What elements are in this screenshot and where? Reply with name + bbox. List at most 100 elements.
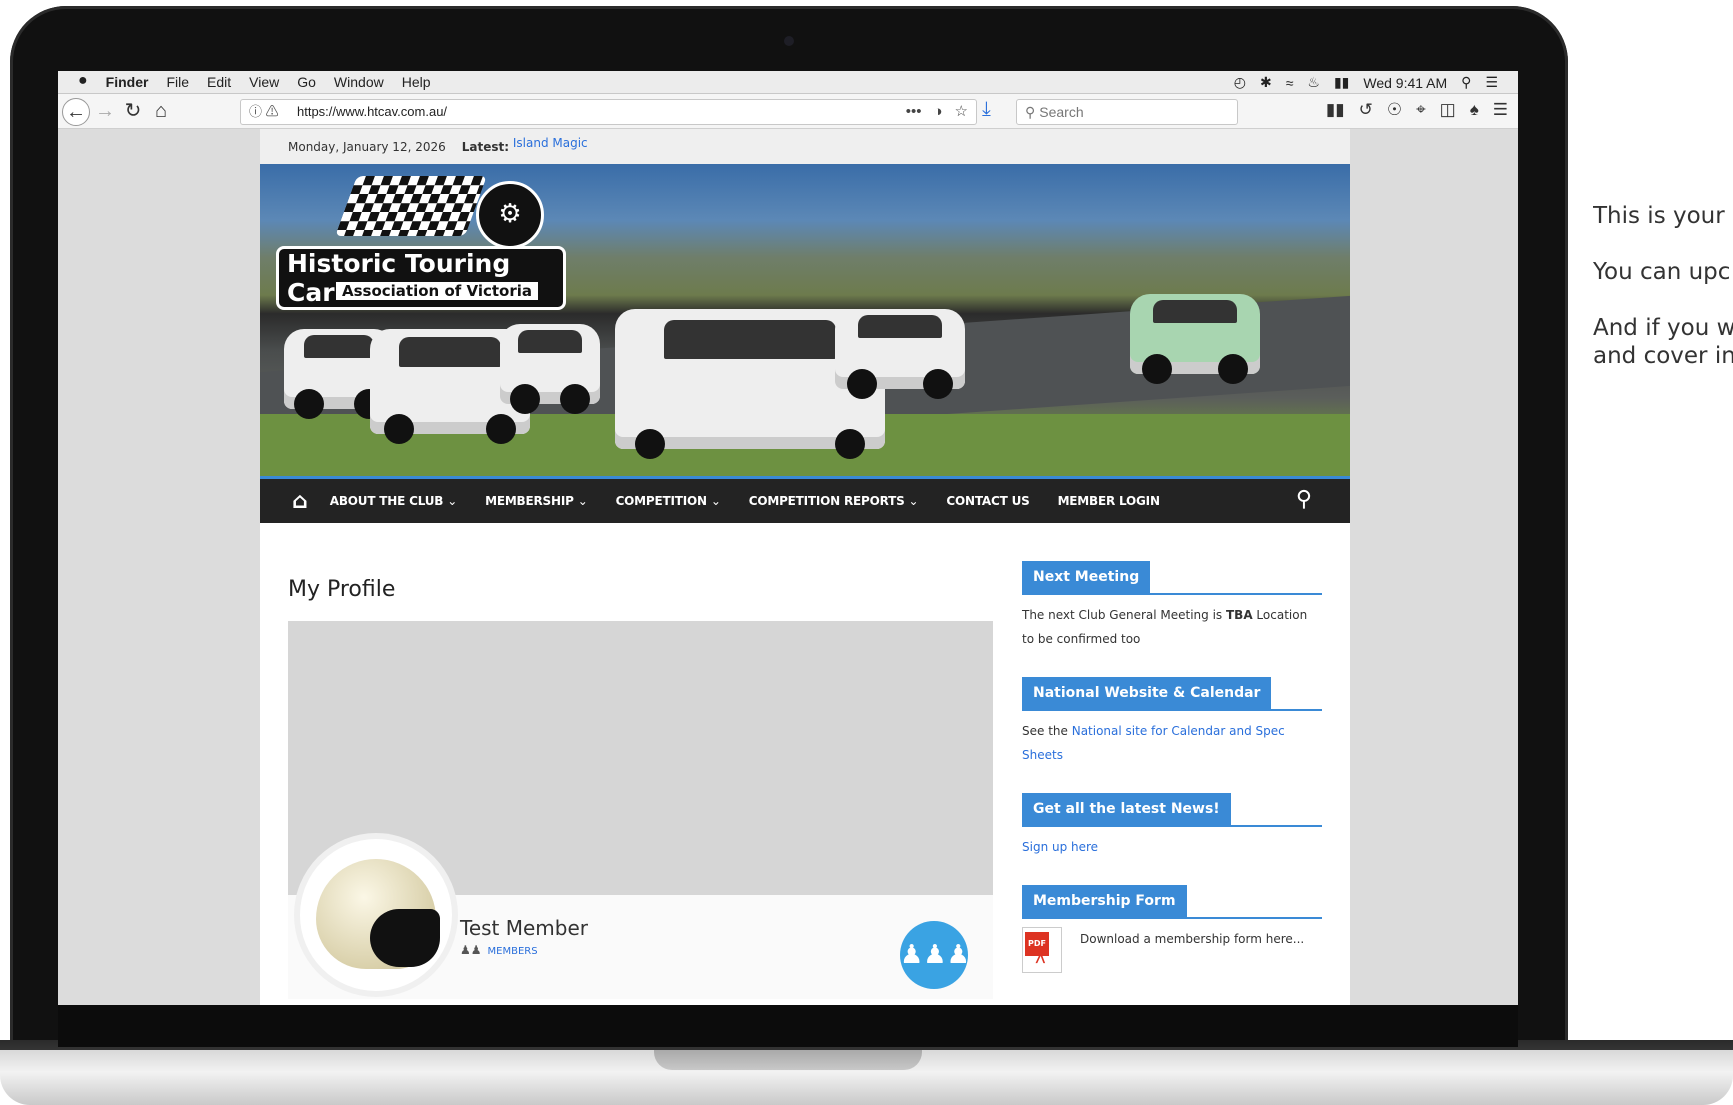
nav-contact-us[interactable]: CONTACT US: [946, 494, 1029, 508]
member-name: Test Member: [460, 916, 589, 940]
search-box[interactable]: ⚲ Search: [1016, 99, 1238, 125]
race-car: [500, 324, 600, 414]
menu-edit[interactable]: Edit: [207, 74, 231, 90]
chevron-down-icon: ⌄: [447, 494, 458, 508]
logo-title: Historic Touring Car: [276, 246, 566, 310]
spotlight-icon[interactable]: ⚲: [1461, 74, 1471, 91]
side-copy-line-1: This is your: [1593, 203, 1725, 229]
members-button[interactable]: ♟♟♟: [900, 921, 970, 989]
search-icon: ⚲: [1025, 104, 1036, 120]
pocket-icon[interactable]: ◑: [933, 100, 942, 124]
nav-competition[interactable]: COMPETITION ⌄: [616, 494, 721, 508]
sign-up-link[interactable]: Sign up here: [1022, 840, 1098, 854]
site-logo[interactable]: ⚙ Historic Touring Car Association of Vi…: [276, 176, 566, 310]
camera: [784, 36, 794, 46]
nav-member-login[interactable]: MEMBER LOGIN: [1058, 494, 1160, 508]
menu-window[interactable]: Window: [334, 74, 384, 90]
home-icon[interactable]: ⌂: [292, 489, 308, 514]
widget-title: Membership Form: [1022, 885, 1187, 917]
checkered-flag: [335, 176, 487, 236]
nav-about-the-club[interactable]: ABOUT THE CLUB ⌄: [330, 494, 458, 508]
search-placeholder: Search: [1039, 104, 1084, 120]
hamburger-menu-icon[interactable]: ☰: [1493, 100, 1508, 120]
logo-subtitle: Association of Victoria: [336, 282, 539, 300]
time-machine-icon[interactable]: ◴: [1234, 74, 1246, 91]
header-banner: ⚙ Historic Touring Car Association of Vi…: [260, 164, 1350, 476]
notification-list-icon[interactable]: ☰: [1485, 74, 1498, 91]
laptop-notch: [654, 1050, 922, 1070]
url-bar[interactable]: ⓘ ⚠ https://www.htcav.com.au/ ••• ◑ ☆: [240, 99, 977, 125]
screen: ● Finder File Edit View Go Window Help ◴…: [58, 71, 1518, 1005]
home-icon[interactable]: ⌂: [148, 98, 174, 124]
widget-national: National Website & Calendar See the Nati…: [1022, 677, 1322, 767]
widget-title: Next Meeting: [1022, 561, 1151, 593]
sidebar: Next Meeting The next Club General Meeti…: [1022, 561, 1322, 999]
avatar[interactable]: [300, 839, 452, 991]
widget-membership-form: Membership Form PDF λ Download a membersh…: [1022, 885, 1322, 973]
extension-icon[interactable]: ♠: [1470, 100, 1479, 120]
chevron-down-icon: ⌄: [908, 494, 919, 508]
page-title: My Profile: [288, 577, 396, 602]
search-icon[interactable]: ⚲: [1296, 487, 1312, 512]
sidebar-icon[interactable]: ◫: [1440, 100, 1456, 120]
widget-body: See the National site for Calendar and S…: [1022, 724, 1285, 762]
history-icon[interactable]: ↺: [1359, 100, 1373, 120]
library-icon[interactable]: ▮▮: [1326, 100, 1345, 120]
screen-bezel: [58, 1005, 1518, 1047]
widget-news: Get all the latest News! Sign up here: [1022, 793, 1322, 859]
widget-title: Get all the latest News!: [1022, 793, 1231, 825]
latest-label: Latest:: [461, 139, 510, 154]
latest-link[interactable]: Island Magic: [513, 136, 588, 150]
mac-menubar: ● Finder File Edit View Go Window Help ◴…: [58, 71, 1518, 94]
reload-icon[interactable]: ↻: [120, 98, 146, 124]
side-copy-line-3b: and cover in: [1593, 343, 1733, 369]
group-icon: ♟♟♟: [900, 940, 970, 970]
nav-membership[interactable]: MEMBERSHIP ⌄: [485, 494, 588, 508]
page-actions-icon[interactable]: •••: [906, 100, 922, 124]
menubar-clock[interactable]: Wed 9:41 AM: [1363, 75, 1447, 91]
nav-competition-reports[interactable]: COMPETITION REPORTS ⌄: [749, 494, 919, 508]
volume-icon[interactable]: ♨: [1307, 74, 1320, 91]
info-lock-icon[interactable]: ⓘ ⚠: [249, 100, 279, 124]
apple-icon[interactable]: ●: [78, 73, 88, 90]
widget-next-meeting: Next Meeting The next Club General Meeti…: [1022, 561, 1322, 651]
side-copy-line-3: And if you w and cover in: [1593, 314, 1733, 370]
browser-toolbar: ← → ↻ ⌂ ⓘ ⚠ https://www.htcav.com.au/ ••…: [58, 94, 1518, 129]
url-text[interactable]: https://www.htcav.com.au/: [297, 100, 447, 124]
helmet-image: [316, 859, 440, 969]
chevron-down-icon: ⌄: [710, 494, 721, 508]
shield-icon[interactable]: ☉: [1387, 100, 1402, 120]
crop-icon[interactable]: ⌖: [1416, 100, 1426, 120]
side-copy-line-3a: And if you w: [1593, 315, 1733, 341]
battery-icon[interactable]: ▮▮: [1334, 74, 1349, 91]
widget-body: The next Club General Meeting is TBA Loc…: [1022, 608, 1308, 646]
group-icon: ♟♟: [460, 943, 482, 957]
menu-go[interactable]: Go: [297, 74, 316, 90]
wifi-icon[interactable]: ≈: [1286, 75, 1294, 91]
widget-body: PDF λ Download a membership form here...: [1022, 919, 1322, 973]
side-copy: This is your You can upc And if you w an…: [1593, 202, 1733, 370]
main-nav: ⌂ ABOUT THE CLUB ⌄ MEMBERSHIP ⌄ COMPETITIO…: [260, 476, 1350, 523]
widget-body: Sign up here: [1022, 827, 1322, 859]
menu-view[interactable]: View: [249, 74, 279, 90]
menu-help[interactable]: Help: [402, 74, 431, 90]
forward-arrow-icon[interactable]: →: [92, 98, 118, 124]
pdf-icon[interactable]: PDF λ: [1022, 927, 1062, 973]
download-icon[interactable]: ⤓: [982, 98, 991, 121]
current-date: Monday, January 12, 2026: [288, 139, 446, 154]
race-car: [835, 309, 965, 399]
menu-file[interactable]: File: [166, 74, 189, 90]
bluetooth-icon[interactable]: ✱: [1260, 74, 1272, 91]
chevron-down-icon: ⌄: [577, 494, 588, 508]
main-content: My Profile Test Member ♟♟ MEMBERS ♟♟♟ Nex…: [260, 523, 1350, 999]
menu-finder[interactable]: Finder: [106, 74, 149, 90]
back-arrow-icon[interactable]: ←: [62, 98, 90, 126]
side-copy-line-2: You can upc: [1593, 259, 1731, 285]
widget-title: National Website & Calendar: [1022, 677, 1272, 709]
membership-form-link[interactable]: Download a membership form here...: [1080, 927, 1304, 951]
profile-card: Test Member ♟♟ MEMBERS ♟♟♟: [288, 621, 993, 999]
website: Monday, January 12, 2026 Latest: Island …: [260, 129, 1350, 1005]
bookmark-star-icon[interactable]: ☆: [955, 100, 968, 124]
site-topbar: Monday, January 12, 2026 Latest: Island …: [260, 129, 1350, 164]
member-role[interactable]: ♟♟ MEMBERS: [460, 943, 538, 957]
